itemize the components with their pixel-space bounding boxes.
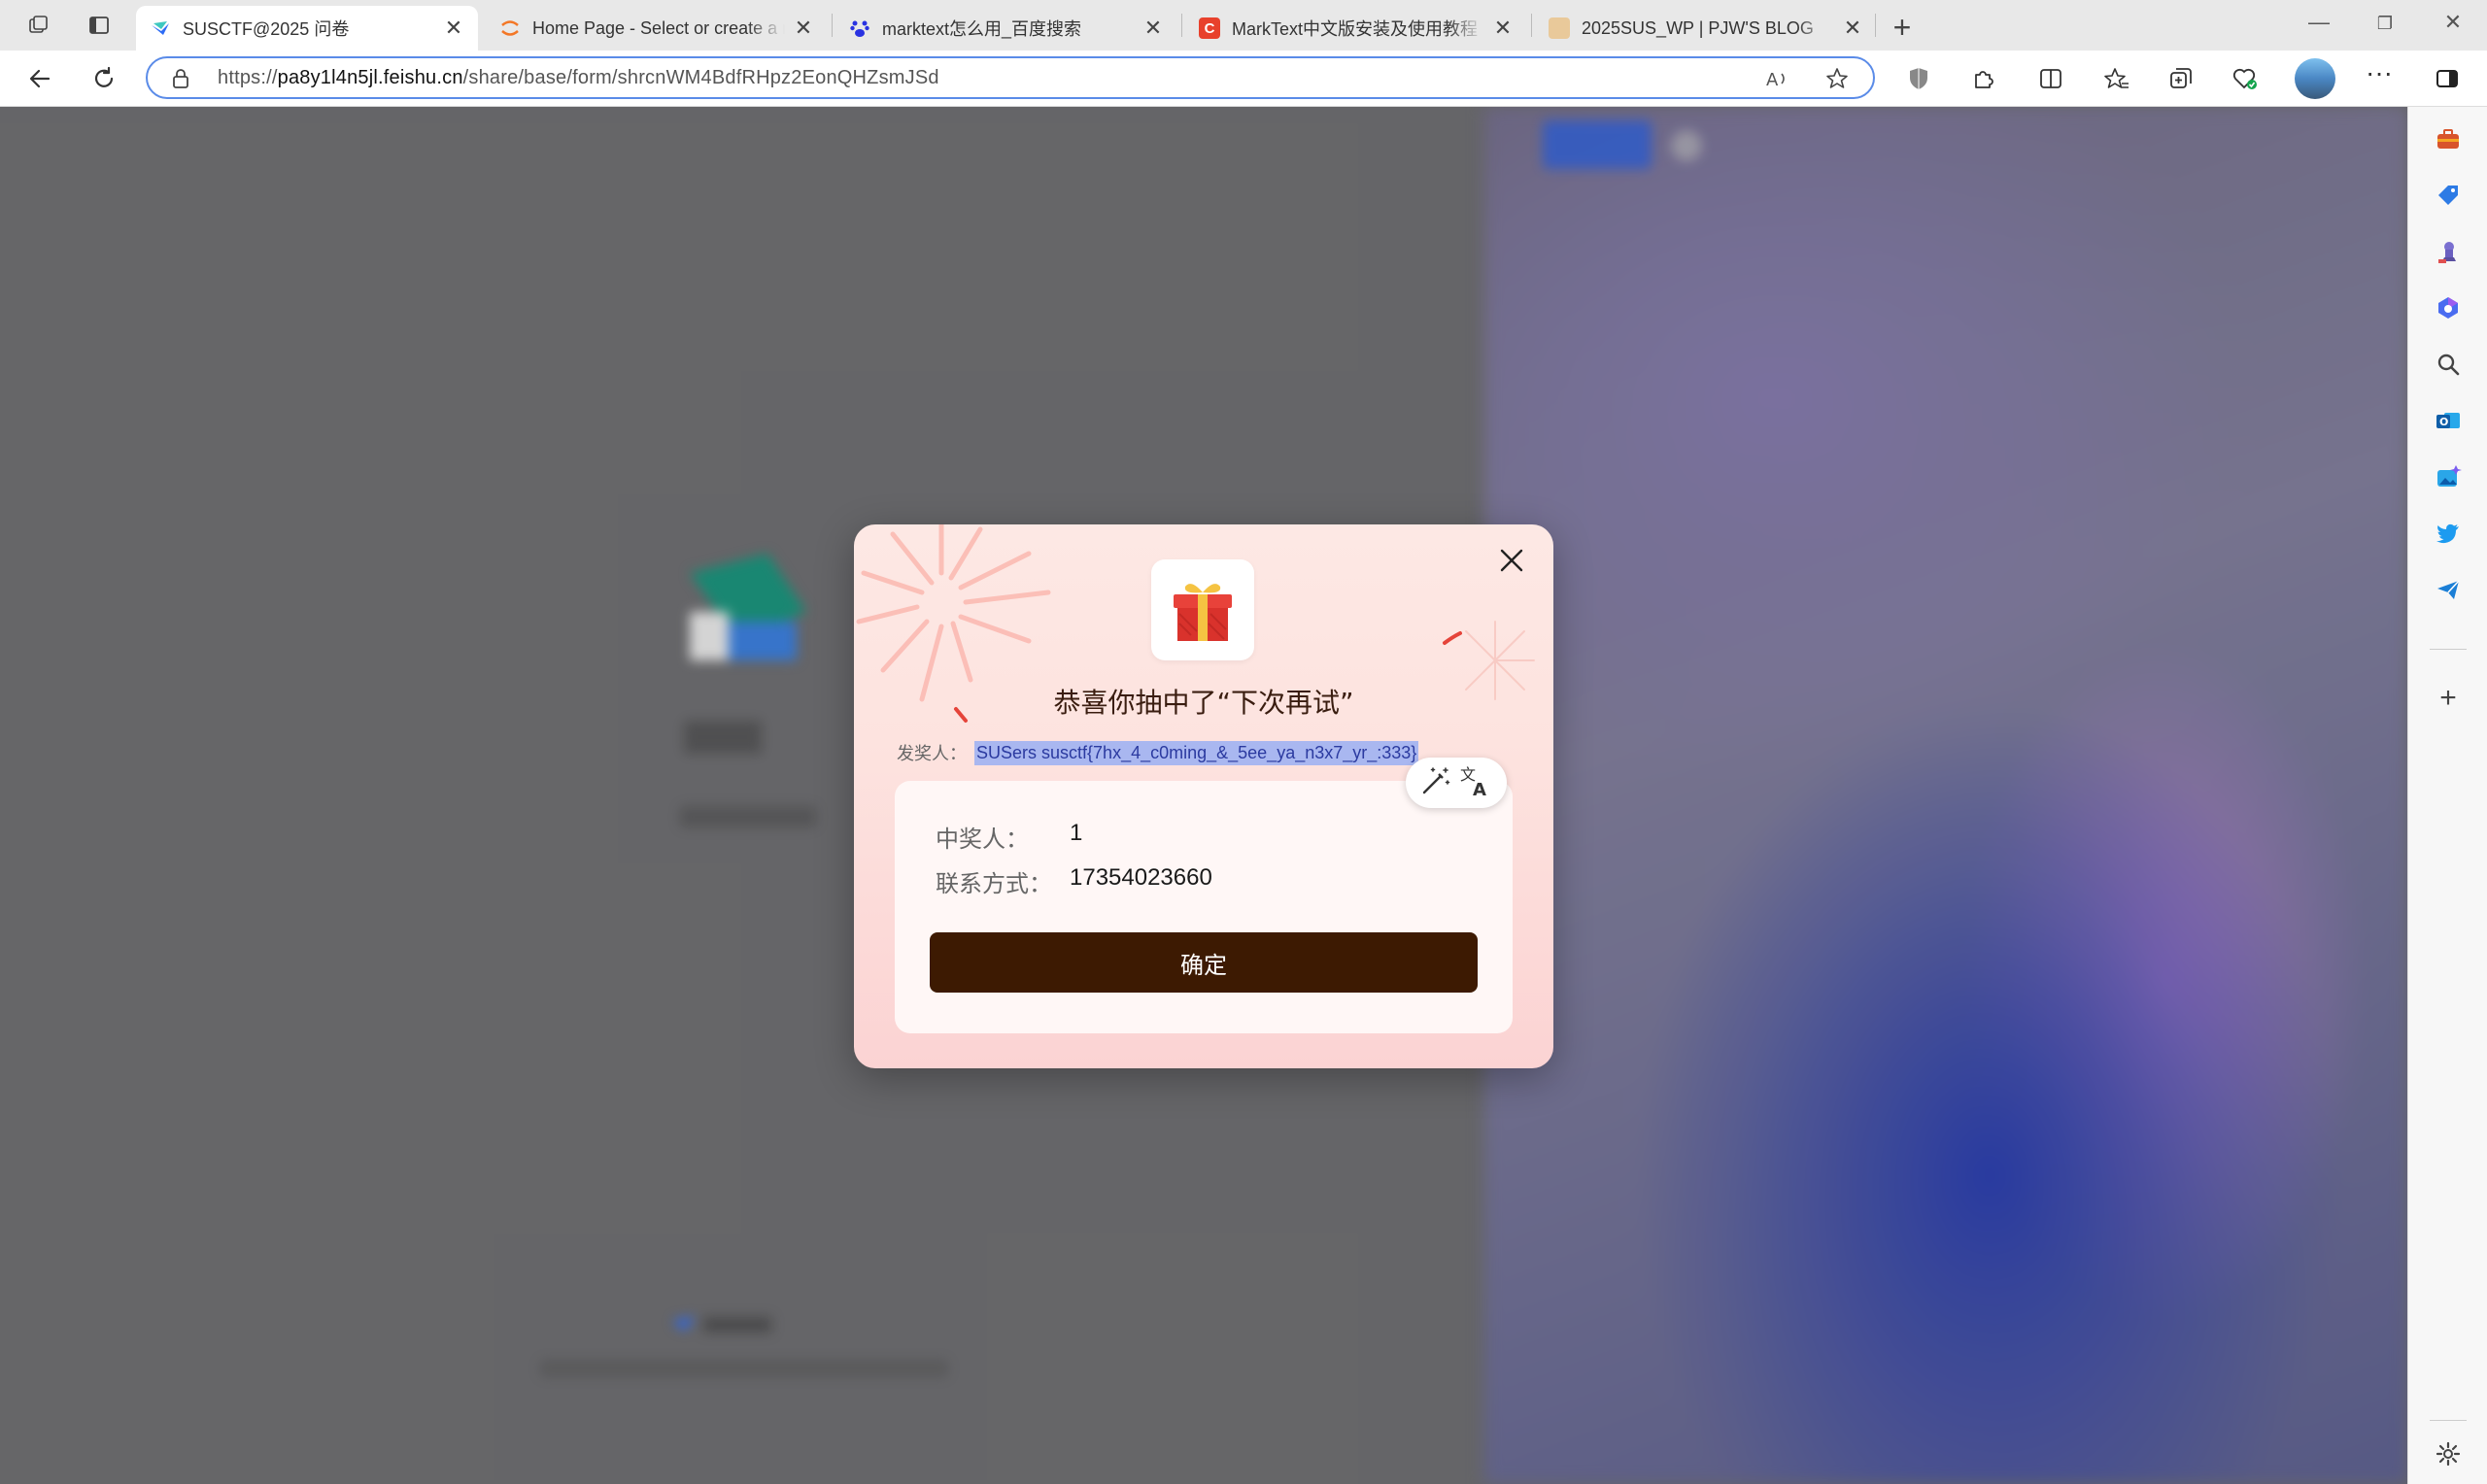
address-bar[interactable]: https://pa8y1l4n5jl.feishu.cn/share/base…: [146, 56, 1875, 99]
search-icon[interactable]: [2434, 350, 2463, 379]
image-creator-icon[interactable]: [2434, 462, 2463, 491]
sidebar-divider: [2430, 649, 2467, 650]
winner-value: 1: [1070, 820, 1083, 846]
collections-icon[interactable]: [2164, 62, 2197, 95]
winner-label: 中奖人：: [936, 826, 1029, 853]
url-prefix: https://: [218, 67, 278, 88]
contact-value: 17354023660: [1070, 864, 1212, 891]
prize-info-card: 中奖人： 1 联系方式： 17354023660 确定: [895, 781, 1513, 1033]
firework-decoration: [856, 524, 1051, 723]
page-viewport: 恭喜你抽中了“下次再试” 发奖人： SUSers susctf{7hx_4_c0…: [0, 107, 2407, 1484]
edge-sidebar: O +: [2407, 107, 2487, 1484]
briefcase-icon[interactable]: [2434, 124, 2463, 153]
gift-icon: [1151, 559, 1254, 660]
prize-dialog: 恭喜你抽中了“下次再试” 发奖人： SUSers susctf{7hx_4_c0…: [854, 524, 1553, 1068]
tab-strip: SUSCTF@2025 问卷 ✕ Home Page - Select or c…: [0, 0, 2487, 51]
tab-title: SUSCTF@2025 问卷: [183, 19, 350, 39]
translate-icon[interactable]: 文A: [1459, 764, 1494, 802]
tab-separator: [832, 14, 833, 37]
tab-marktext-search[interactable]: marktext怎么用_百度搜索 ✕: [835, 6, 1177, 51]
tab-title: 2025SUS_WP | PJW'S BLOG: [1582, 17, 1814, 38]
read-aloud-icon[interactable]: A: [1764, 66, 1789, 96]
sender-value[interactable]: SUSers susctf{7hx_4_c0ming_&_5ee_ya_n3x7…: [974, 740, 1419, 765]
new-tab-button[interactable]: +: [1885, 10, 1920, 46]
winner-row: 中奖人： 1: [936, 820, 1082, 854]
tab-close-icon[interactable]: ✕: [1842, 16, 1863, 41]
back-button[interactable]: [21, 60, 58, 97]
url-text[interactable]: https://pa8y1l4n5jl.feishu.cn/share/base…: [218, 67, 939, 89]
selection-toolbar: 文A: [1406, 758, 1507, 808]
tab-close-icon[interactable]: ✕: [1142, 16, 1164, 41]
split-screen-icon[interactable]: [2034, 62, 2067, 95]
tab-title: MarkText中文版安装及使用教程: [1232, 19, 1479, 39]
sender-line: 发奖人： SUSers susctf{7hx_4_c0ming_&_5ee_ya…: [897, 740, 1419, 765]
url-host: pa8y1l4n5jl.feishu.cn: [277, 67, 463, 88]
favorites-icon[interactable]: [2100, 62, 2133, 95]
tab-separator: [1181, 14, 1182, 37]
extensions-icon[interactable]: [1966, 62, 1999, 95]
tab-separator: [1875, 14, 1876, 37]
confirm-button[interactable]: 确定: [930, 932, 1478, 993]
settings-icon[interactable]: [2434, 1439, 2463, 1468]
chess-icon[interactable]: [2434, 237, 2463, 266]
more-menu-icon[interactable]: ···: [2363, 56, 2396, 89]
send-icon[interactable]: [2434, 575, 2463, 604]
contact-row: 联系方式： 17354023660: [936, 864, 1212, 898]
sidebar-toggle-icon[interactable]: [2431, 62, 2464, 95]
csdn-icon: C: [1199, 17, 1220, 39]
tab-susctf[interactable]: SUSCTF@2025 问卷 ✕: [136, 6, 478, 51]
minimize-icon[interactable]: —: [2304, 10, 2334, 35]
dialog-close-button[interactable]: [1495, 544, 1528, 577]
sidebar-divider: [2430, 1420, 2467, 1421]
blog-avatar-icon: [1549, 17, 1570, 39]
sender-label: 发奖人：: [897, 744, 967, 763]
tab-marktext-tutorial[interactable]: C MarkText中文版安装及使用教程 ✕: [1185, 6, 1527, 51]
close-window-icon[interactable]: ✕: [2438, 10, 2468, 35]
tab-separator: [1531, 14, 1532, 37]
navigation-bar: https://pa8y1l4n5jl.feishu.cn/share/base…: [0, 51, 2487, 107]
magic-wand-icon[interactable]: [1419, 764, 1452, 802]
url-path: /share/base/form/shrcnWM4BdfRHpz2EonQHZs…: [462, 67, 939, 88]
tab-title: Home Page - Select or create a n: [532, 17, 785, 38]
feishu-icon: [150, 17, 171, 39]
svg-text:A: A: [1473, 780, 1486, 797]
tab-actions-icon[interactable]: [82, 8, 117, 43]
tab-close-icon[interactable]: ✕: [443, 16, 464, 41]
workspaces-icon[interactable]: [21, 8, 56, 43]
lock-icon[interactable]: [171, 68, 190, 94]
svg-text:A: A: [1766, 70, 1779, 90]
copilot-icon[interactable]: [2434, 293, 2463, 322]
favorite-star-icon[interactable]: [1824, 66, 1850, 96]
svg-text:O: O: [2439, 416, 2448, 428]
tab-close-icon[interactable]: ✕: [793, 16, 814, 41]
contact-label: 联系方式：: [936, 871, 1052, 897]
tab-close-icon[interactable]: ✕: [1492, 16, 1514, 41]
browser-essentials-icon[interactable]: [2229, 62, 2262, 95]
tab-title: marktext怎么用_百度搜索: [882, 19, 1082, 39]
add-icon[interactable]: +: [2434, 682, 2463, 714]
baidu-icon: [849, 17, 870, 39]
tab-home-page[interactable]: Home Page - Select or create a n ✕: [486, 6, 828, 51]
twitter-icon[interactable]: [2434, 519, 2463, 548]
tag-icon[interactable]: [2434, 181, 2463, 210]
outlook-icon[interactable]: O: [2434, 406, 2463, 435]
restore-icon[interactable]: ❐: [2370, 14, 2400, 34]
refresh-button[interactable]: [85, 60, 122, 97]
dialog-title: 恭喜你抽中了“下次再试”: [1053, 687, 1354, 719]
shield-icon[interactable]: [1902, 62, 1935, 95]
tab-blog[interactable]: 2025SUS_WP | PJW'S BLOG ✕: [1535, 6, 1877, 51]
profile-avatar[interactable]: [2295, 58, 2335, 99]
jupyter-icon: [499, 17, 521, 39]
